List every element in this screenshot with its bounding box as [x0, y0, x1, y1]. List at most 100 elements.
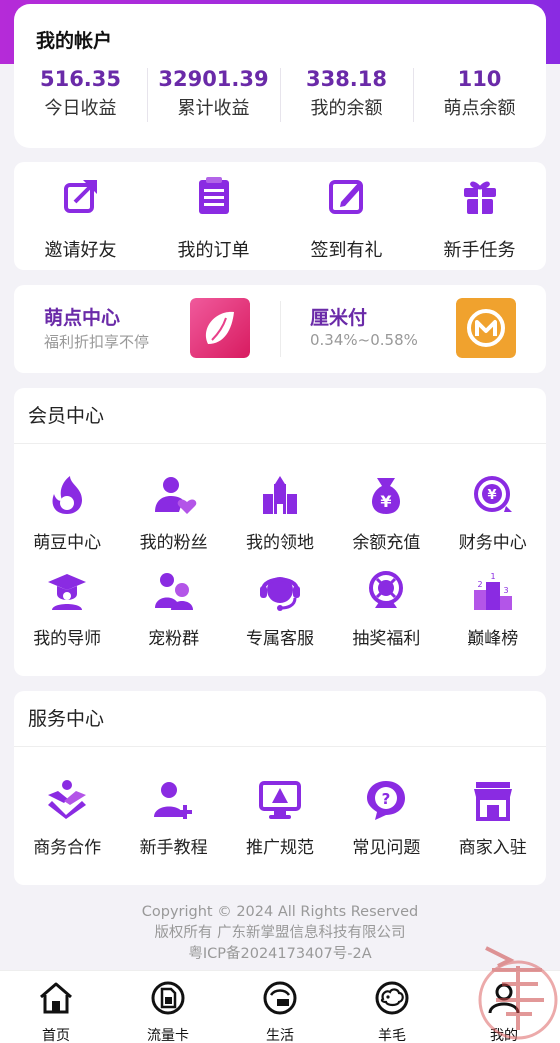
stat-value: 110 — [457, 67, 502, 91]
stat-value: 32901.39 — [158, 67, 269, 91]
promo-subtitle: 0.34%~0.58% — [310, 331, 418, 349]
my-orders-label: 我的订单 — [177, 240, 250, 261]
sign-in-reward-button[interactable]: 签到有礼 — [280, 162, 413, 270]
share-icon — [63, 180, 97, 213]
lottery-icon — [369, 571, 404, 608]
grid-item-label: 萌豆中心 — [33, 533, 102, 553]
stat-total-earnings[interactable]: 32901.39 累计收益 — [147, 64, 280, 128]
grid-item-label: 专属客服 — [245, 629, 314, 649]
tab-sheep[interactable]: 羊毛 — [336, 971, 448, 1043]
svg-text:3: 3 — [503, 586, 508, 595]
graduation-icon — [48, 574, 87, 610]
tab-label: 流量卡 — [147, 1028, 189, 1043]
invite-friends-label: 邀请好友 — [44, 240, 117, 261]
finance-center-button[interactable]: ¥ 财务中心 — [440, 464, 546, 560]
tab-label: 羊毛 — [378, 1028, 406, 1043]
promotion-rules-button[interactable]: 推广规范 — [227, 769, 333, 865]
promo-subtitle: 福利折扣享不停 — [44, 333, 150, 351]
stat-value: 338.18 — [305, 67, 388, 91]
svg-text:?: ? — [382, 790, 391, 808]
my-orders-button[interactable]: 我的订单 — [147, 162, 280, 270]
stat-balance[interactable]: 338.18 我的余额 — [280, 64, 413, 128]
sheep-icon — [375, 981, 409, 1015]
promo-card: 萌点中心 福利折扣享不停 厘米付 0.34%~0.58% — [14, 285, 546, 373]
grid-item-label: 我的导师 — [33, 629, 102, 649]
grid-item-label: 我的领地 — [245, 533, 314, 553]
money-bag-icon: ¥ — [372, 478, 401, 514]
edit-sign-icon — [328, 180, 363, 214]
mengdian-logo-icon — [190, 298, 250, 358]
grid-item-label: 常见问题 — [352, 838, 421, 858]
user-heart-icon — [154, 477, 196, 514]
grid-item-label: 商务合作 — [33, 838, 102, 858]
promo-title: 厘米付 — [310, 307, 368, 329]
yuan-coin-icon: ¥ — [473, 476, 512, 512]
balance-recharge-button[interactable]: ¥ 余额充值 — [333, 464, 439, 560]
store-icon — [473, 782, 512, 821]
tab-home[interactable]: 首页 — [0, 971, 112, 1043]
handshake-icon — [48, 780, 87, 819]
account-title: 我的帐户 — [36, 30, 113, 52]
gift-icon — [463, 181, 496, 214]
svg-text:1: 1 — [490, 572, 495, 581]
svg-text:¥: ¥ — [381, 492, 392, 511]
podium-icon: 2 1 3 — [473, 572, 512, 610]
grid-item-label: 财务中心 — [458, 533, 527, 553]
my-mentor-button[interactable]: 我的导师 — [14, 560, 120, 656]
tab-label: 生活 — [266, 1028, 294, 1043]
tab-life[interactable]: 生活 — [224, 971, 336, 1043]
order-list-icon — [198, 177, 229, 214]
watermark-seal-icon — [478, 946, 558, 1040]
stat-today-earnings[interactable]: 516.35 今日收益 — [14, 64, 147, 128]
peak-ranking-button[interactable]: 2 1 3 巅峰榜 — [440, 560, 546, 656]
invite-friends-button[interactable]: 邀请好友 — [14, 162, 147, 270]
service-center: 服务中心 商务合作 新手教程 推广规范 ? 常见问题 商家入驻 — [14, 691, 546, 885]
my-fans-button[interactable]: 我的粉丝 — [120, 464, 226, 560]
mengdou-center-button[interactable]: 萌豆中心 — [14, 464, 120, 560]
grid-item-label: 巅峰榜 — [467, 629, 519, 649]
flame-icon — [52, 476, 83, 514]
faq-button[interactable]: ? 常见问题 — [333, 769, 439, 865]
merchant-join-button[interactable]: 商家入驻 — [440, 769, 546, 865]
group-icon — [154, 573, 193, 610]
question-icon: ? — [367, 781, 406, 820]
user-add-icon — [153, 782, 192, 819]
grid-item-label: 新手教程 — [139, 838, 208, 858]
tab-label: 首页 — [42, 1028, 70, 1043]
service-center-title: 服务中心 — [14, 691, 546, 747]
stat-label: 累计收益 — [177, 98, 250, 119]
account-stats: 516.35 今日收益 32901.39 累计收益 338.18 我的余额 11… — [14, 64, 546, 128]
fan-group-button[interactable]: 宠粉群 — [120, 560, 226, 656]
my-territory-button[interactable]: 我的领地 — [227, 464, 333, 560]
stat-label: 萌点余额 — [443, 98, 516, 119]
svg-text:2: 2 — [477, 580, 482, 589]
newbie-tasks-button[interactable]: 新手任务 — [413, 162, 546, 270]
headset-icon — [259, 577, 300, 611]
member-center-title: 会员中心 — [14, 388, 546, 444]
mengdian-center-link[interactable]: 萌点中心 福利折扣享不停 — [14, 285, 280, 373]
home-icon — [40, 982, 72, 1014]
grid-item-label: 我的粉丝 — [139, 533, 208, 553]
grid-item-label: 推广规范 — [245, 838, 314, 858]
stat-value: 516.35 — [39, 67, 122, 91]
stat-label: 今日收益 — [44, 98, 117, 119]
castle-icon — [262, 476, 297, 514]
tab-sim-card[interactable]: 流量卡 — [112, 971, 224, 1043]
grid-item-label: 宠粉群 — [148, 629, 200, 649]
lottery-welfare-button[interactable]: 抽奖福利 — [333, 560, 439, 656]
quick-actions: 邀请好友 我的订单 签到有礼 新手任务 — [14, 162, 546, 270]
copyright-text: Copyright © 2024 All Rights Reserved — [141, 904, 419, 920]
life-icon — [263, 981, 297, 1015]
grid-item-label: 抽奖福利 — [352, 629, 421, 649]
limifu-link[interactable]: 厘米付 0.34%~0.58% — [280, 285, 546, 373]
sign-in-reward-label: 签到有礼 — [310, 240, 383, 261]
customer-service-button[interactable]: 专属客服 — [227, 560, 333, 656]
stat-mengdian-balance[interactable]: 110 萌点余额 — [413, 64, 546, 128]
business-cooperation-button[interactable]: 商务合作 — [14, 769, 120, 865]
member-center: 会员中心 萌豆中心 我的粉丝 我的领地 ¥ 余额充值 ¥ 财务中心 我的导师 宠… — [14, 388, 546, 676]
promo-title: 萌点中心 — [44, 307, 121, 329]
newbie-tutorial-button[interactable]: 新手教程 — [120, 769, 226, 865]
limifu-logo-icon — [456, 298, 516, 358]
sim-card-icon — [151, 981, 185, 1015]
svg-text:¥: ¥ — [487, 488, 496, 503]
